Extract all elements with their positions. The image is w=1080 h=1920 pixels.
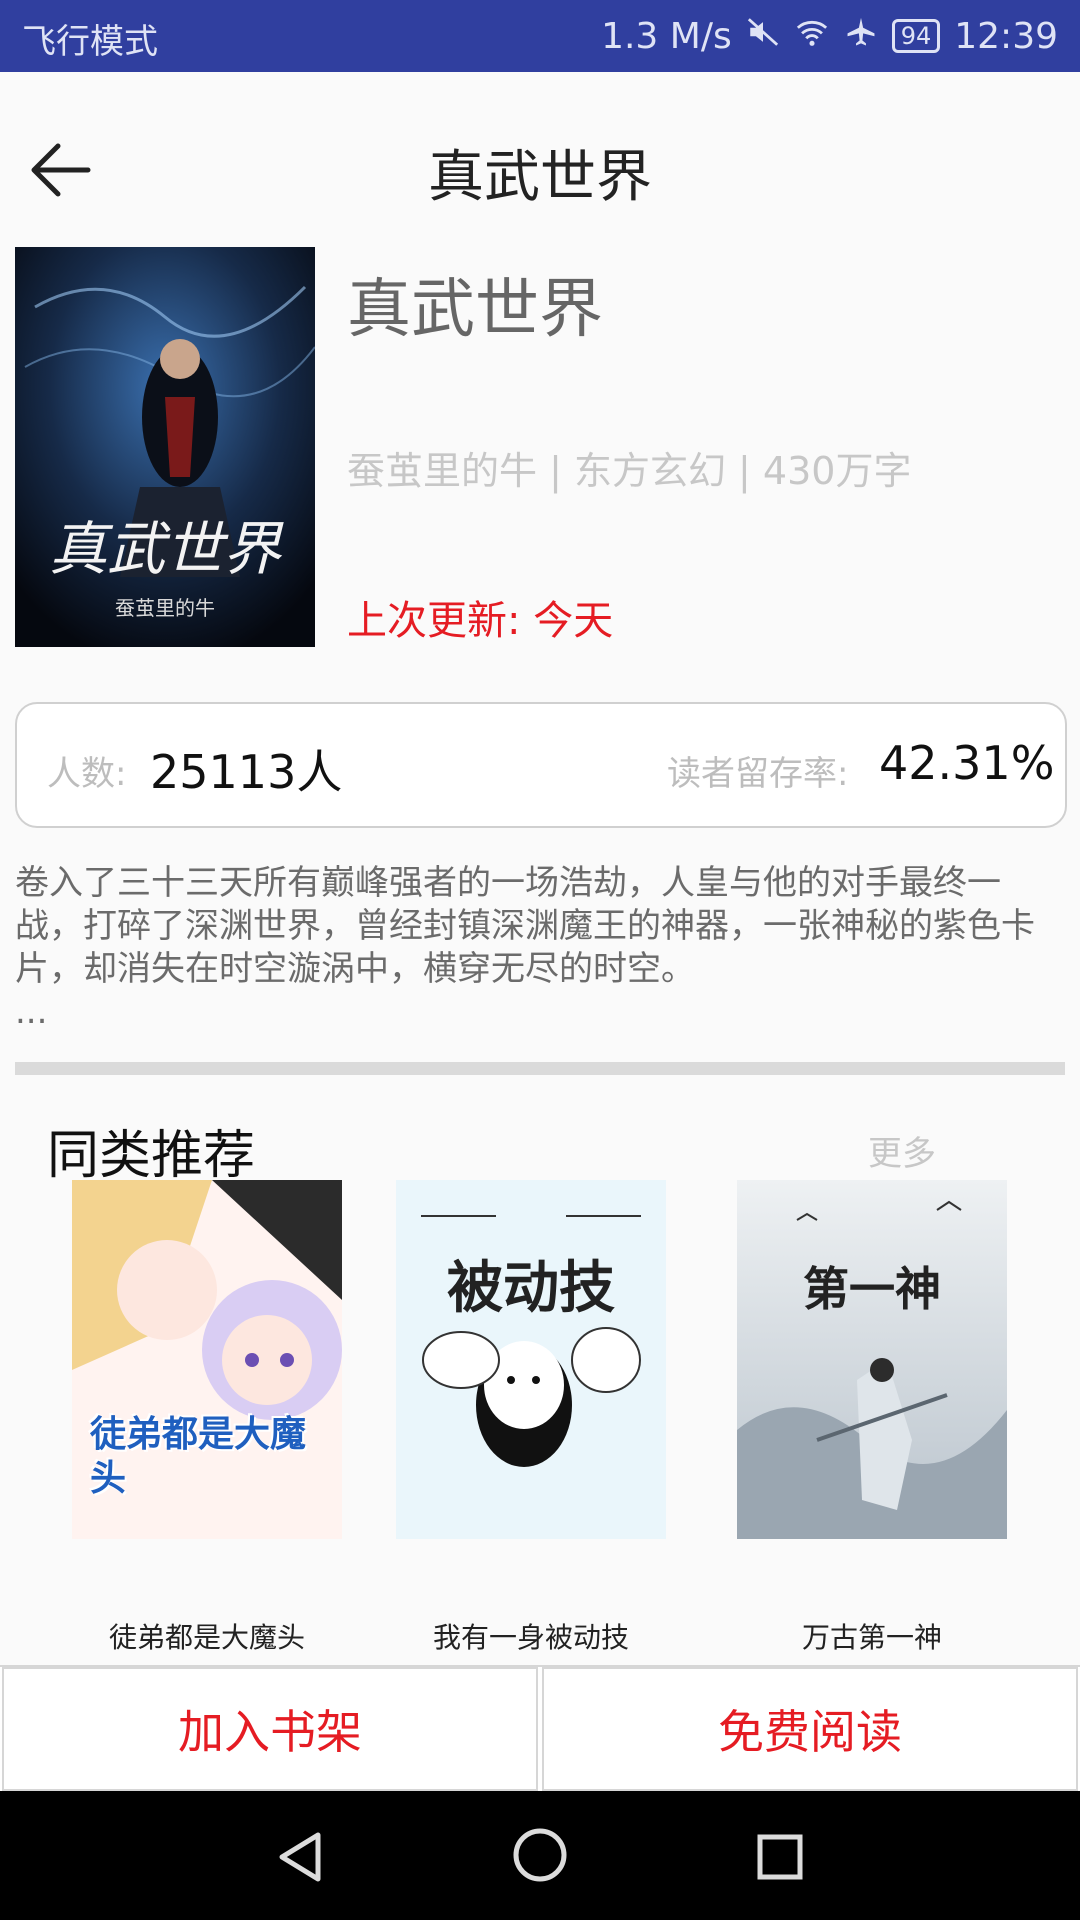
nav-recents-button[interactable] [750,1827,810,1887]
recommend-cover-text: 徒弟都是大魔头 [90,1414,307,1499]
book-title: 真武世界 [347,273,603,347]
cover-author: 蚕茧里的牛 [115,596,215,620]
square-recents-icon [757,1834,803,1880]
add-to-shelf-button[interactable]: 加入书架 [2,1667,538,1791]
recommend-item[interactable]: 徒弟都是大魔头 徒弟都是大魔头 [72,1180,342,1654]
section-divider [15,1062,1065,1075]
airplane-mode-text: 飞行模式 [22,22,158,62]
bottom-action-bar: 加入书架 免费阅读 [0,1665,1080,1793]
book-meta: 蚕茧里的牛 | 东方玄幻 | 430万字 [347,449,912,493]
page-title: 真武世界 [428,145,652,210]
nav-home-button[interactable] [510,1825,570,1885]
recommend-name: 徒弟都是大魔头 [108,1621,305,1654]
recommend-name: 我有一身被动技 [432,1621,629,1654]
more-link[interactable]: 更多 [868,1126,936,1175]
readers-label: 人数: [47,754,127,794]
recommend-cover-text: 第一神 [803,1262,941,1316]
description-text: 卷入了三十三天所有巅峰强者的一场浩劫，人皇与他的对手最终一战，打碎了深渊世界，曾… [15,863,1035,989]
triangle-back-icon [279,1832,321,1882]
recommend-item[interactable]: 第一神 万古第一神 [737,1180,1007,1654]
status-icons: 1.3 M/s 94 12:39 [601,12,1058,60]
status-time: 12:39 [954,15,1058,57]
book-cover[interactable]: 真武世界 蚕茧里的牛 [15,247,315,647]
wifi-icon [794,15,830,58]
recommend-title: 同类推荐 [47,1126,256,1186]
recommend-cover-text: 被动技 [447,1255,615,1321]
cover-title: 真武世界 [48,515,281,583]
recommend-cover: 徒弟都是大魔头 [72,1180,342,1539]
readers-value: 25113人 [150,745,343,799]
last-update: 上次更新: 今天 [347,598,614,644]
retention-label: 读者留存率: [667,754,849,794]
recommend-name: 万古第一神 [801,1621,942,1654]
nav-back-button[interactable] [270,1827,330,1887]
mute-icon [746,15,780,58]
description-ellipsis: ... [15,992,48,1032]
status-bar: 飞行模式 1.3 M/s 94 12:39 [0,0,1080,72]
circle-home-icon [513,1828,567,1882]
airplane-icon [844,15,878,58]
retention-value: 42.31% [879,736,1055,790]
stats-card: 人数: 25113人 读者留存率: 42.31% [15,702,1067,828]
network-speed: 1.3 M/s [601,15,732,57]
battery-icon: 94 [891,19,941,53]
recommend-cover: 被动技 [396,1180,666,1539]
recommend-cover: 第一神 [737,1180,1007,1539]
toolbar: 真武世界 [0,72,1080,252]
book-description[interactable]: 卷入了三十三天所有巅峰强者的一场浩劫，人皇与他的对手最终一战，打碎了深渊世界，曾… [15,862,1065,1034]
recommend-item[interactable]: 被动技 我有一身被动技 [396,1180,666,1654]
read-free-button[interactable]: 免费阅读 [542,1667,1078,1791]
navigation-bar [0,1791,1080,1920]
